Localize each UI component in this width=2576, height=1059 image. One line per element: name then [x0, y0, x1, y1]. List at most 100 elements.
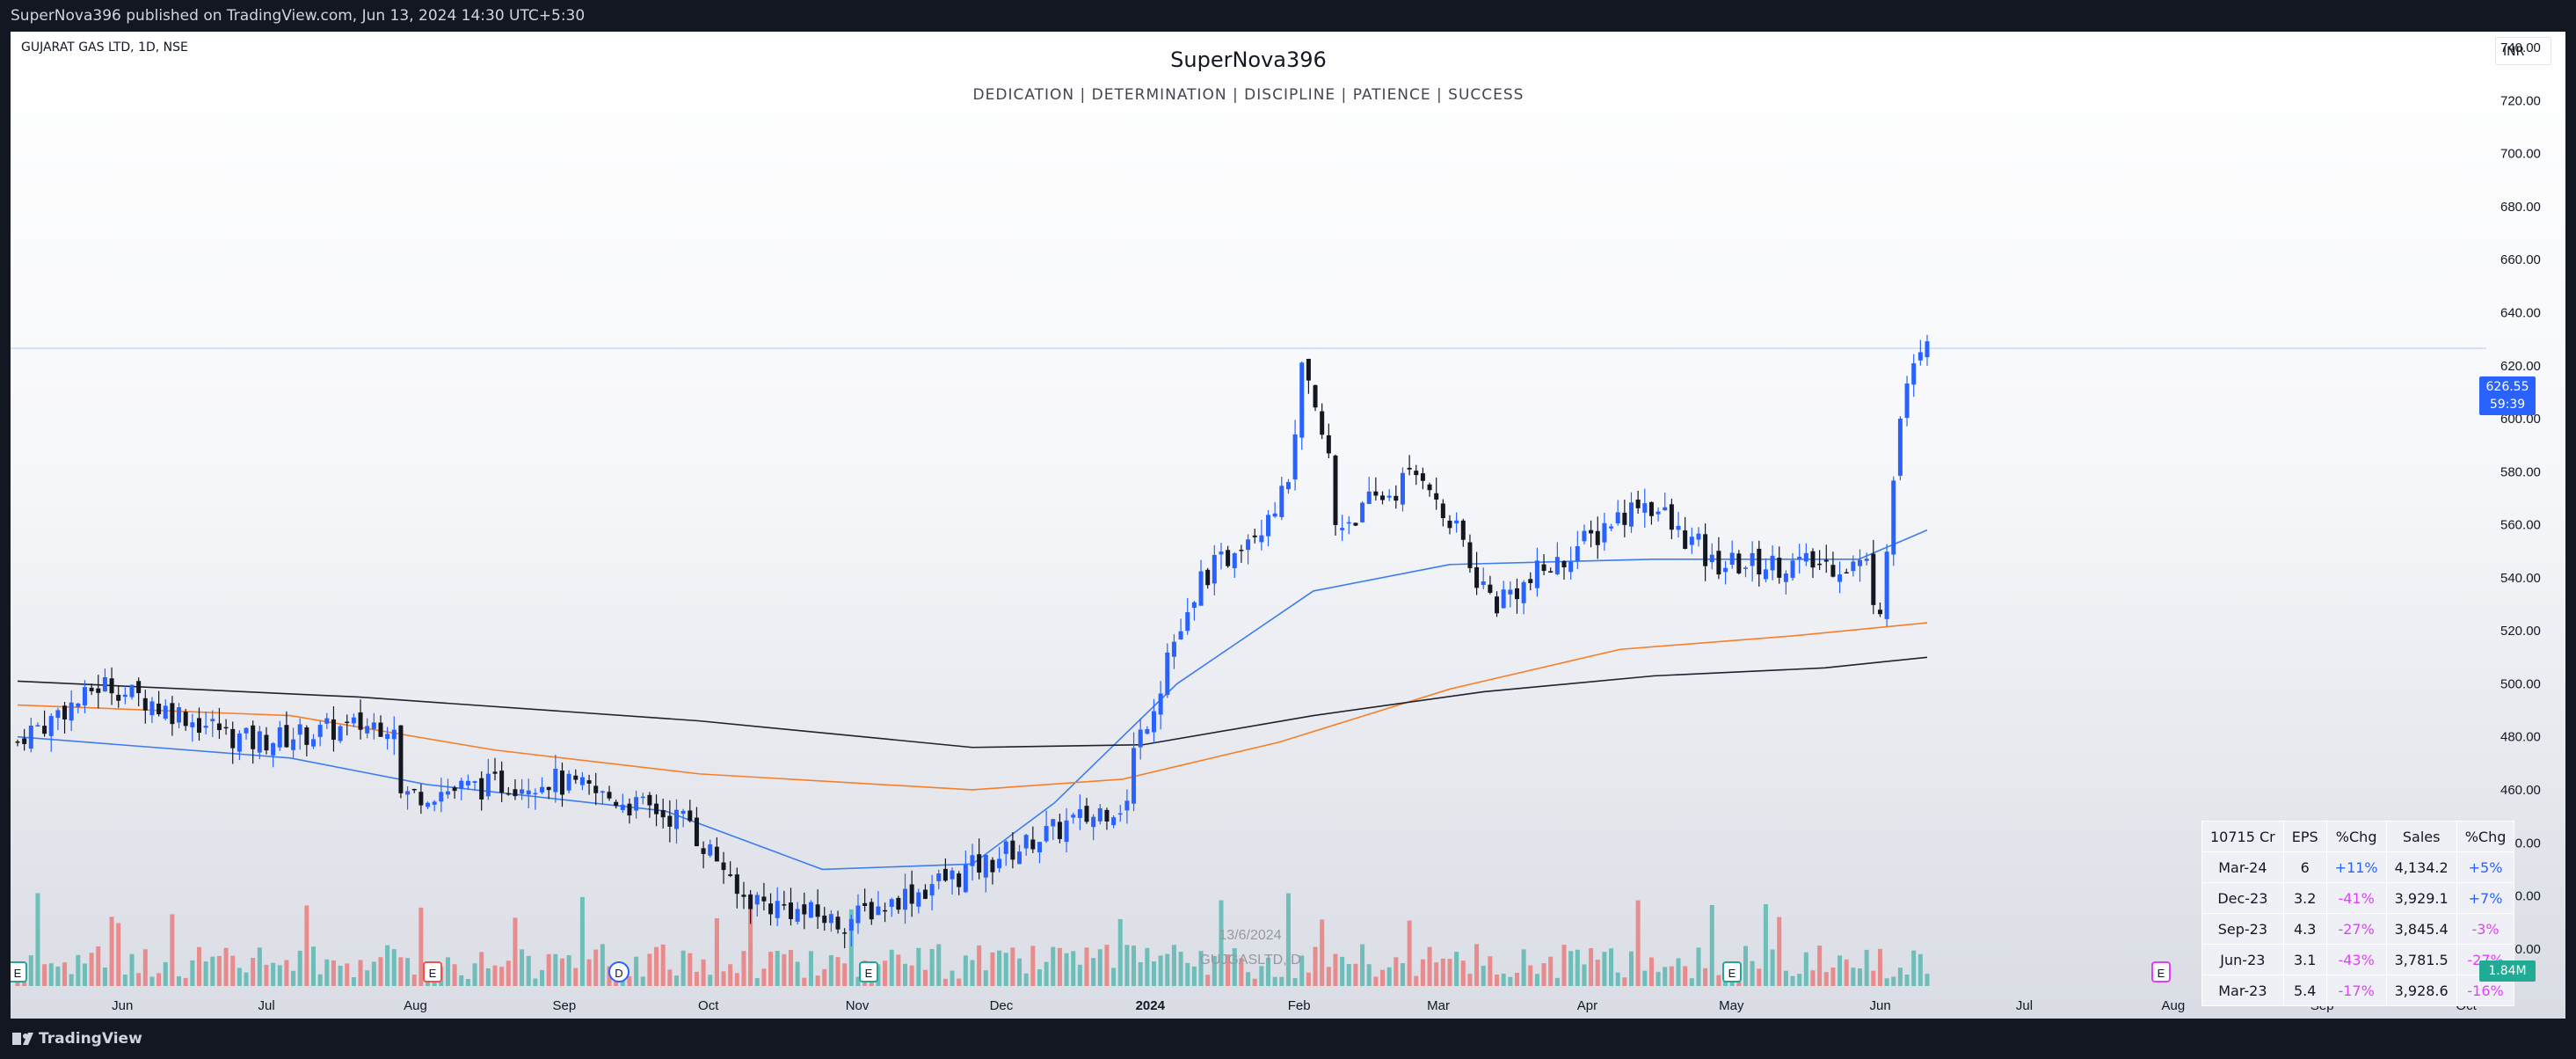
volume-bar — [1064, 953, 1069, 986]
price-chart[interactable]: 740.00 720.00 700.00 680.00 660.00 640.00 620.… — [11, 32, 2565, 1019]
candle-body — [1151, 711, 1156, 733]
candle-body — [673, 809, 679, 829]
volume-bar — [304, 905, 309, 986]
volume-bar — [1171, 945, 1176, 986]
volume-bar — [942, 978, 948, 986]
volume-bar — [1366, 964, 1372, 986]
candle-body — [378, 722, 383, 737]
volume-bar — [673, 975, 679, 986]
y-tick-label: 560.00 — [2500, 518, 2541, 533]
volume-bar — [129, 953, 135, 986]
volume-bar — [1037, 969, 1042, 986]
candle-body — [1904, 383, 1910, 419]
candle-body — [244, 727, 249, 734]
volume-bar — [345, 963, 350, 986]
candle-body — [89, 687, 94, 691]
volume-bar — [163, 961, 168, 986]
candle-body — [728, 874, 733, 876]
candle-body — [1333, 455, 1338, 525]
volume-bar — [1709, 905, 1714, 986]
candle-body — [808, 902, 813, 918]
x-tick-label: Jun — [1870, 998, 1891, 1013]
candle-body — [365, 726, 370, 734]
candle-body — [459, 780, 464, 789]
candle-body — [1648, 501, 1654, 516]
candle-body — [1696, 533, 1701, 540]
volume-bar — [842, 963, 848, 986]
volume-bar — [62, 962, 68, 986]
candle-body — [210, 719, 215, 722]
candle-body — [1501, 589, 1506, 609]
candle-body — [371, 722, 376, 729]
candle-body — [177, 707, 182, 723]
candle-body — [1340, 528, 1345, 530]
volume-bar — [1326, 967, 1331, 986]
chart-panel[interactable]: GUJARAT GAS LTD, 1D, NSE SuperNova396 DE… — [11, 32, 2565, 1019]
candle-body — [22, 738, 27, 744]
volume-bar — [1272, 976, 1277, 986]
candle-body — [1877, 610, 1882, 615]
volume-bar — [815, 975, 820, 986]
y-tick-label: 460.00 — [2500, 783, 2541, 798]
candle-body — [190, 722, 195, 727]
candle-body — [559, 771, 564, 795]
candle-body — [1534, 560, 1539, 588]
candle-body — [822, 915, 827, 924]
volume-bar — [1003, 953, 1008, 986]
x-tick-label: Aug — [2162, 998, 2186, 1013]
earnings-marker[interactable]: E — [1722, 961, 1742, 982]
candle-body — [385, 734, 390, 740]
candle-body — [1770, 555, 1775, 571]
volume-bar — [1851, 968, 1856, 986]
volume-bar — [1145, 947, 1150, 986]
volume-bar — [1051, 946, 1056, 986]
candle-body — [970, 855, 975, 866]
volume-bar — [1864, 949, 1869, 986]
volume-bar — [1380, 969, 1386, 986]
volume-bar — [136, 973, 142, 986]
volume-bar — [579, 896, 585, 986]
dividend-marker[interactable]: D — [608, 961, 629, 982]
volume-bar — [1716, 975, 1721, 986]
candle-body — [1158, 693, 1163, 715]
candle-body — [1279, 486, 1284, 517]
volume-bar — [418, 907, 424, 986]
candle-body — [869, 902, 874, 920]
candle-body — [1797, 556, 1802, 559]
volume-bar — [1683, 966, 1688, 986]
candle-body — [848, 918, 854, 931]
volume-bar — [526, 955, 531, 986]
candle-body — [1743, 567, 1749, 569]
earnings-marker[interactable]: E — [2151, 961, 2171, 982]
earnings-marker[interactable]: E — [423, 961, 442, 982]
candle-body — [62, 705, 68, 720]
candle-body — [1568, 561, 1574, 573]
volume-bar — [485, 968, 491, 986]
volume-bar — [1521, 949, 1526, 986]
candle-body — [398, 725, 404, 793]
candle-body — [1723, 567, 1728, 573]
volume-bar — [1602, 952, 1607, 986]
fin-table-header: %Chg — [2456, 821, 2515, 852]
candle-body — [761, 896, 767, 902]
x-tick-label: 2024 — [1136, 998, 1166, 1013]
candle-body — [1554, 557, 1560, 574]
fin-table-cell: 3,781.5 — [2385, 944, 2457, 975]
earnings-marker[interactable]: E — [11, 961, 27, 982]
candle-body — [1366, 491, 1372, 504]
volume-bar — [802, 977, 807, 986]
volume-bar — [593, 949, 599, 986]
volume-bar — [694, 971, 699, 986]
svg-text:E: E — [14, 967, 22, 980]
candle-body — [1561, 560, 1567, 568]
candle-body — [1124, 800, 1130, 811]
volume-bar — [1017, 958, 1022, 986]
volume-bar — [1091, 958, 1096, 986]
candle-body — [257, 731, 262, 753]
volume-bar — [680, 950, 686, 986]
candle-body — [929, 884, 935, 896]
volume-bar — [183, 977, 188, 986]
candle-body — [1440, 503, 1445, 519]
candle-body — [1138, 729, 1143, 748]
earnings-marker[interactable]: E — [859, 961, 878, 982]
